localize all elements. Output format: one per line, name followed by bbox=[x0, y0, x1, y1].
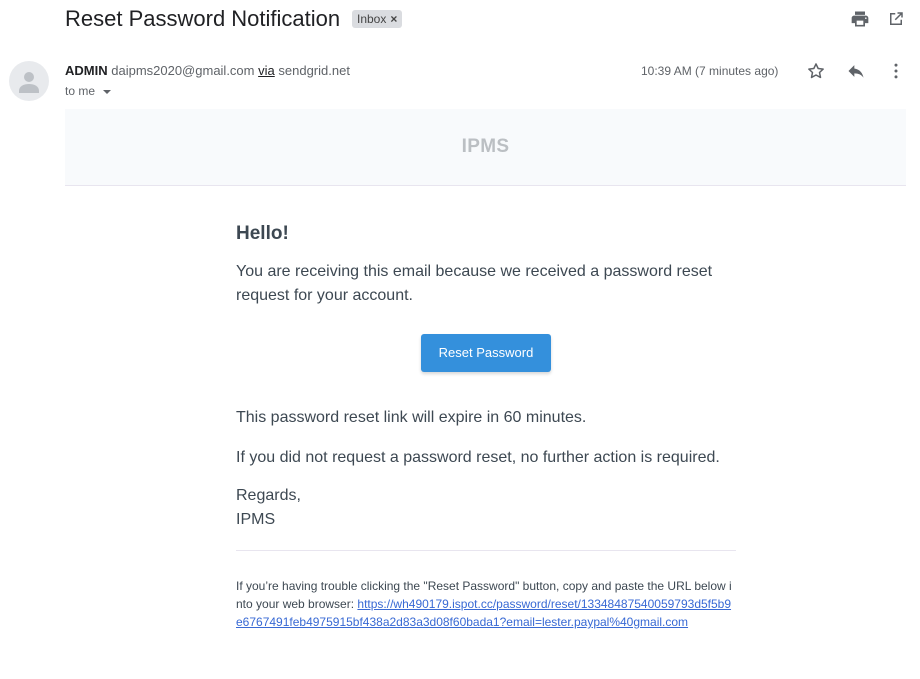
open-in-new-window-icon[interactable] bbox=[885, 8, 907, 30]
footer-divider bbox=[236, 550, 736, 551]
recipient-details-toggle[interactable]: to me bbox=[65, 83, 112, 99]
chevron-down-icon bbox=[103, 89, 112, 94]
email-content: Hello! You are receiving this email beca… bbox=[236, 222, 736, 631]
sender-name[interactable]: ADMIN bbox=[65, 63, 108, 78]
via-domain: sendgrid.net bbox=[278, 63, 350, 78]
recipient-label: to me bbox=[65, 84, 96, 98]
inbox-label-text: Inbox bbox=[357, 12, 387, 26]
printer-icon[interactable] bbox=[849, 8, 871, 30]
expire-paragraph: This password reset link will expire in … bbox=[236, 409, 587, 426]
no-action-paragraph: If you did not request a password reset,… bbox=[236, 449, 720, 466]
email-view: Reset Password Notification Inbox × ADMI… bbox=[0, 0, 920, 679]
email-timestamp: 10:39 AM (7 minutes ago) bbox=[641, 64, 779, 78]
email-header-band: IPMS bbox=[65, 109, 906, 186]
via-link[interactable]: via bbox=[258, 63, 275, 78]
default-avatar-icon[interactable] bbox=[9, 61, 49, 101]
trouble-note: If you’re having trouble clicking the "R… bbox=[236, 577, 736, 631]
email-subject: Reset Password Notification bbox=[65, 6, 341, 31]
sender-email: daipms2020@gmail.com bbox=[111, 63, 255, 78]
reply-icon[interactable] bbox=[845, 60, 867, 82]
intro-paragraph: You are receiving this email because we … bbox=[236, 263, 713, 304]
email-greeting: Hello! bbox=[236, 223, 289, 244]
button-container: Reset Password bbox=[236, 334, 736, 372]
remove-label-button[interactable]: × bbox=[390, 10, 397, 28]
sender-line: ADMIN daipms2020@gmail.com via sendgrid.… bbox=[65, 63, 350, 79]
more-vert-icon[interactable] bbox=[885, 60, 907, 82]
reset-password-button[interactable]: Reset Password bbox=[420, 334, 552, 372]
regards-text: Regards, bbox=[236, 487, 301, 504]
inbox-label-chip: Inbox × bbox=[352, 10, 403, 28]
brand-name[interactable]: IPMS bbox=[462, 136, 510, 158]
signature-text: IPMS bbox=[236, 511, 276, 528]
star-icon[interactable] bbox=[805, 60, 827, 82]
signoff: Regards, IPMS bbox=[236, 484, 736, 532]
